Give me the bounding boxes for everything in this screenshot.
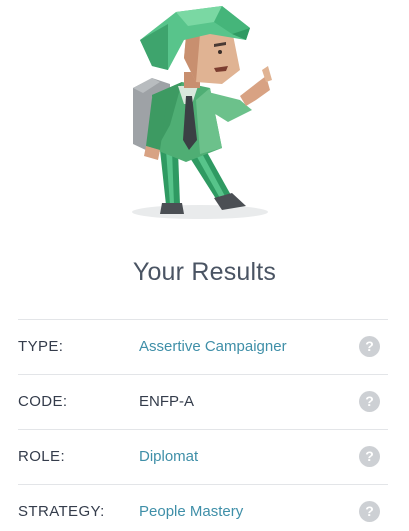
result-row-code: CODE: ENFP-A ? [18, 375, 388, 430]
code-label: CODE: [18, 393, 68, 410]
campaigner-character-illustration [0, 0, 409, 230]
results-title: Your Results [132, 258, 277, 286]
question-circle-icon[interactable]: ? [359, 336, 380, 357]
question-circle-icon[interactable]: ? [359, 446, 380, 467]
role-value-link[interactable]: Diplomat [139, 448, 198, 465]
question-circle-icon[interactable]: ? [359, 391, 380, 412]
code-value: ENFP-A [139, 393, 195, 410]
result-row-role: ROLE: Diplomat ? [18, 430, 388, 485]
strategy-value-link[interactable]: People Mastery [139, 503, 243, 520]
role-label: ROLE: [18, 448, 66, 465]
results-screen: Your Results TYPE: Assertive Campaigner … [0, 0, 409, 531]
type-label: TYPE: [18, 338, 64, 355]
type-value-link[interactable]: Assertive Campaigner [139, 338, 287, 355]
question-circle-icon[interactable]: ? [359, 501, 380, 522]
results-list: TYPE: Assertive Campaigner ? CODE: ENFP-… [18, 319, 388, 531]
strategy-label: STRATEGY: [18, 503, 105, 520]
result-row-strategy: STRATEGY: People Mastery ? [18, 485, 388, 531]
result-row-type: TYPE: Assertive Campaigner ? [18, 320, 388, 375]
